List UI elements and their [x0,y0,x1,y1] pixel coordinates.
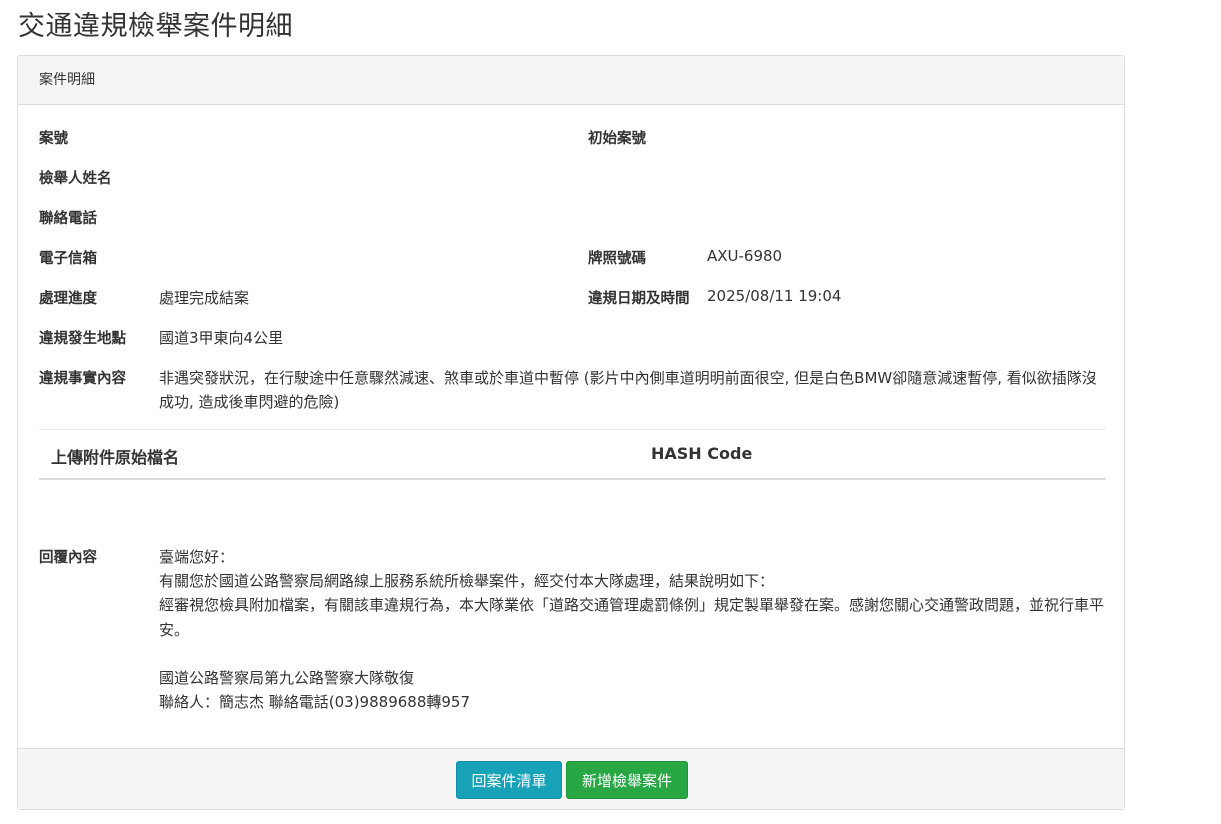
plate-value: AXU-6980 [707,247,783,265]
panel-footer: 回案件清單 新增檢舉案件 [18,748,1124,809]
reporter-name-label: 檢舉人姓名 [39,171,112,187]
reply-line: 經審視您檢具附加檔案，有關該車違規行為，本大隊業依「道路交通管理處罰條例」規定製… [159,596,1105,639]
reply-label: 回覆內容 [39,550,97,566]
email-label: 電子信箱 [39,251,97,267]
case-no-label: 案號 [39,131,68,147]
violation-datetime-label: 違規日期及時間 [588,291,690,307]
reply-line: 臺端您好： [159,548,235,566]
reply-line: 有關您於國道公路警察局網路線上服務系統所檢舉案件，經交付本大隊處理，結果說明如下… [159,572,775,591]
reply-line: 聯絡人：簡志杰 聯絡電話(03)9889688轉957 [159,693,470,712]
reply-content: 臺端您好： 有關您於國道公路警察局網路線上服務系統所檢舉案件，經交付本大隊處理，… [159,545,1109,714]
attachment-filename-header: 上傳附件原始檔名 [51,448,180,467]
case-detail-panel: 案件明細 案號 初始案號 檢舉人姓名 聯絡電話 電子信箱 牌照號碼 AXU-69… [17,55,1125,810]
page-title: 交通違規檢舉案件明細 [18,11,293,42]
facts-value: 非遇突發狀況，在行駛途中任意驟然減速、煞車或於車道中暫停 (影片中內側車道明明前… [159,369,1097,411]
progress-value: 處理完成結案 [159,289,250,307]
divider [39,429,1106,430]
violation-datetime-value: 2025/08/11 19:04 [707,287,842,305]
plate-label: 牌照號碼 [588,251,646,267]
progress-label: 處理進度 [39,291,97,307]
reply-line: 國道公路警察局第九公路警察大隊敬復 [159,668,415,687]
panel-heading: 案件明細 [18,56,1124,105]
phone-label: 聯絡電話 [39,211,97,227]
original-case-no-label: 初始案號 [588,131,646,147]
location-label: 違規發生地點 [39,331,126,347]
reply-line [159,642,1109,666]
table-header-divider [39,478,1106,480]
back-to-list-button[interactable]: 回案件清單 [456,761,562,799]
location-value: 國道3甲東向4公里 [159,329,284,347]
attachment-hash-header: HASH Code [651,444,753,463]
facts-label: 違規事實內容 [39,371,126,387]
new-report-button[interactable]: 新增檢舉案件 [566,761,688,799]
